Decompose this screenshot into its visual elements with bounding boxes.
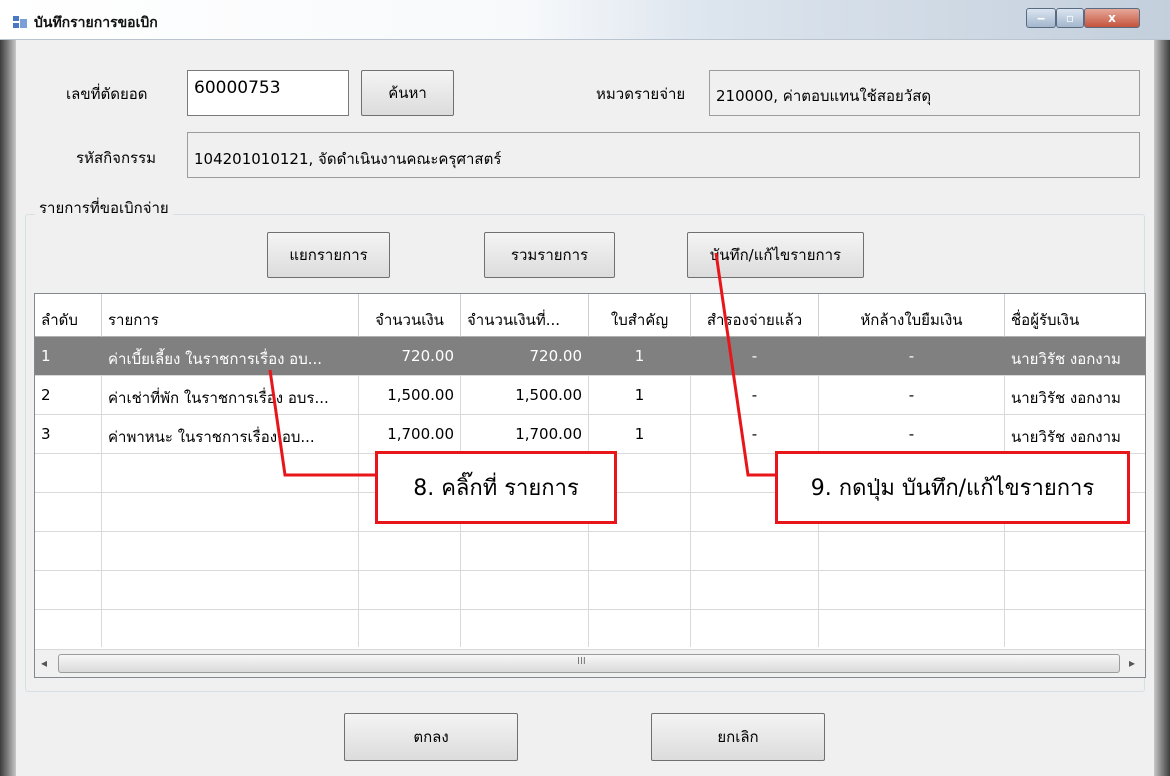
cancel-button[interactable]: ยกเลิก [651,713,825,761]
table-row[interactable]: 3 ค่าพาหนะ ในราชการเรื่อง อบ... 1,700.00… [35,415,1145,453]
search-button[interactable]: ค้นหา [361,70,454,116]
cell-payee: นายวิรัช งอกงาม [1011,389,1121,407]
scroll-right-icon[interactable]: ▸ [1129,656,1135,670]
column-header-item[interactable]: รายการ [102,294,359,337]
cell-amount: 1,500.00 [387,386,454,404]
scrollbar-thumb[interactable]: III [58,654,1120,673]
cell-item: ค่าเบี้ยเลี้ยง ในราชการเรื่อง อบ... [108,350,323,368]
column-header-no[interactable]: ลำดับ [35,294,102,337]
cell-no: 3 [41,425,51,443]
column-header-amount[interactable]: จำนวนเงิน [359,294,461,337]
close-icon: x [1108,11,1116,25]
grid-line [35,531,1145,532]
cell-advance: - [751,347,758,365]
column-header-advance-paid[interactable]: สำรองจ่ายแล้ว [691,294,819,337]
cell-amount-paid: 1,700.00 [515,425,582,443]
cell-amount: 720.00 [401,347,455,365]
column-header-voucher[interactable]: ใบสำคัญ [589,294,691,337]
table-row[interactable]: 1 ค่าเบี้ยเลี้ยง ในราชการเรื่อง อบ... 72… [35,337,1145,375]
column-header-amount-paid[interactable]: จำนวนเงินที่... [461,294,589,337]
window-title: บันทึกรายการขอเบิก [34,15,158,31]
activity-field: 104201010121, จัดดำเนินงานคณะครุศาสตร์ [187,132,1140,178]
maximize-button[interactable]: ▫ [1056,8,1084,28]
window-frame-left [0,40,16,776]
cell-no: 1 [41,347,51,365]
callout-step8: 8. คลิ๊กที่ รายการ [375,451,617,524]
cell-payee: นายวิรัช งอกงาม [1011,428,1121,446]
column-header-payee[interactable]: ชื่อผู้รับเงิน [1005,294,1145,337]
cell-item: ค่าเช่าที่พัก ในราชการเรื่อง อบร... [108,389,329,407]
grid-line [35,609,1145,610]
cell-voucher: 1 [634,425,645,443]
cell-voucher: 1 [634,347,645,365]
cell-clear: - [908,386,915,404]
cell-advance: - [751,425,758,443]
app-icon [13,16,27,28]
minimize-button[interactable]: ‒ [1026,8,1056,28]
cell-advance: - [751,386,758,404]
cell-clear: - [908,425,915,443]
cell-item: ค่าพาหนะ ในราชการเรื่อง อบ... [108,428,315,446]
table-row[interactable]: 2 ค่าเช่าที่พัก ในราชการเรื่อง อบร... 1,… [35,376,1145,414]
close-button[interactable]: x [1084,8,1140,28]
cell-amount: 1,700.00 [387,425,454,443]
cell-clear: - [908,347,915,365]
merge-items-button[interactable]: รวมรายการ [484,232,615,278]
column-header-clear-loan[interactable]: หักล้างใบยืมเงิน [819,294,1005,337]
grid-line [35,570,1145,571]
cell-payee: นายวิรัช งอกงาม [1011,350,1121,368]
category-label: หมวดรายจ่าย [596,85,686,103]
cell-amount-paid: 1,500.00 [515,386,582,404]
save-edit-items-button[interactable]: บันทึก/แก้ไขรายการ [687,232,864,278]
title-bar[interactable]: บันทึกรายการขอเบิก ‒ ▫ x [0,0,1170,40]
maximize-icon: ▫ [1065,11,1075,25]
cell-amount-paid: 720.00 [529,347,583,365]
scroll-left-icon[interactable]: ◂ [41,656,47,670]
scrollbar-grip-icon: III [577,656,586,667]
category-field: 210000, ค่าตอบแทนใช้สอยวัสดุ [709,70,1140,116]
cell-no: 2 [41,386,51,404]
activity-label: รหัสกิจกรรม [76,149,157,167]
horizontal-scrollbar[interactable]: ◂ III ▸ [35,649,1145,677]
cell-voucher: 1 [634,386,645,404]
group-title: รายการที่ขอเบิกจ่าย [35,196,173,220]
doc-no-label: เลขที่ตัดยอด [66,85,148,103]
doc-no-input[interactable]: 60000753 [187,70,349,116]
window-frame-right [1154,40,1170,776]
callout-step9: 9. กดปุ่ม บันทึก/แก้ไขรายการ [775,451,1130,524]
minimize-icon: ‒ [1036,11,1046,25]
split-items-button[interactable]: แยกรายการ [267,232,390,278]
ok-button[interactable]: ตกลง [344,713,518,761]
